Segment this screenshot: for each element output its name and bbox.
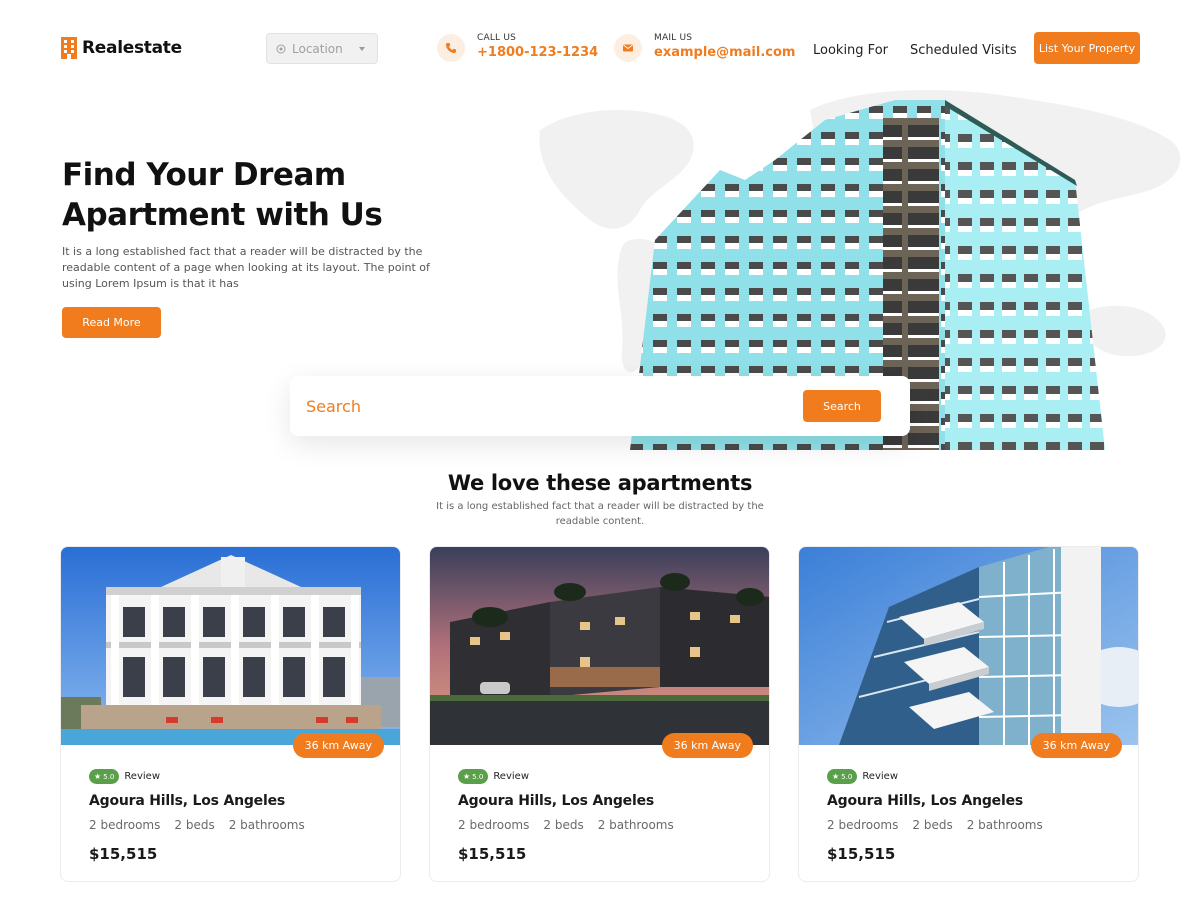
listing-price: $15,515 — [827, 845, 896, 863]
hero-description: It is a long established fact that a rea… — [62, 245, 430, 290]
rating-row: ★ 5.0 Review — [827, 769, 898, 784]
read-more-button[interactable]: Read More — [62, 307, 161, 338]
rating-badge: ★ 5.0 — [827, 769, 858, 784]
brand-logo[interactable]: Realestate — [60, 36, 182, 60]
location-placeholder: Location — [292, 41, 343, 56]
call-us-contact[interactable]: CALL US +1800-123-1234 — [437, 33, 598, 62]
listing-title[interactable]: Agoura Hills, Los Angeles — [89, 793, 285, 809]
rating-value: 5.0 — [841, 772, 853, 781]
mail-us-label: MAIL US — [654, 33, 693, 43]
hero-title: Find Your Dream Apartment with Us — [62, 157, 383, 233]
listing-features: 2 bedrooms 2 beds 2 bathrooms — [458, 818, 674, 832]
nav-looking-for[interactable]: Looking For — [813, 43, 888, 58]
rating-value: 5.0 — [103, 772, 115, 781]
nav-scheduled-visits[interactable]: Scheduled Visits — [910, 43, 1017, 58]
rating-row: ★ 5.0 Review — [89, 769, 160, 784]
bathrooms-count: 2 bathrooms — [228, 818, 305, 832]
list-your-property-button[interactable]: List Your Property — [1034, 32, 1140, 64]
listing-card[interactable]: 36 km Away ★ 5.0 Review Agoura Hills, Los… — [60, 546, 401, 882]
phone-number[interactable]: +1800-123-1234 — [477, 44, 598, 62]
listing-photo-glass-tower — [799, 547, 1138, 745]
phone-icon — [437, 33, 465, 62]
location-dropdown[interactable]: Location — [266, 33, 378, 64]
beds-count: 2 beds — [543, 818, 584, 832]
listing-photo-villa — [61, 547, 400, 745]
section-title: We love these apartments — [447, 471, 753, 495]
review-label[interactable]: Review — [124, 771, 160, 782]
listing-price: $15,515 — [458, 845, 527, 863]
beds-count: 2 beds — [174, 818, 215, 832]
search-button[interactable]: Search — [803, 390, 881, 422]
search-bar: Search — [290, 376, 910, 436]
bedrooms-count: 2 bedrooms — [827, 818, 899, 832]
building-logo-icon — [61, 37, 77, 59]
star-icon: ★ — [94, 772, 102, 781]
mail-icon — [614, 33, 642, 62]
bedrooms-count: 2 bedrooms — [89, 818, 161, 832]
listing-title[interactable]: Agoura Hills, Los Angeles — [458, 793, 654, 809]
listing-title[interactable]: Agoura Hills, Los Angeles — [827, 793, 1023, 809]
call-us-label: CALL US — [477, 33, 517, 43]
distance-badge: 36 km Away — [292, 733, 384, 758]
rating-badge: ★ 5.0 — [89, 769, 120, 784]
email-address[interactable]: example@mail.com — [654, 44, 795, 62]
bathrooms-count: 2 bathrooms — [966, 818, 1043, 832]
listing-card[interactable]: 36 km Away ★ 5.0 Review Agoura Hills, Los… — [429, 546, 770, 882]
review-label[interactable]: Review — [862, 771, 898, 782]
rating-value: 5.0 — [472, 772, 484, 781]
beds-count: 2 beds — [912, 818, 953, 832]
location-pin-icon — [276, 44, 286, 53]
rating-row: ★ 5.0 Review — [458, 769, 529, 784]
distance-badge: 36 km Away — [661, 733, 753, 758]
listing-features: 2 bedrooms 2 beds 2 bathrooms — [827, 818, 1043, 832]
bathrooms-count: 2 bathrooms — [597, 818, 674, 832]
listing-price: $15,515 — [89, 845, 158, 863]
bedrooms-count: 2 bedrooms — [458, 818, 530, 832]
star-icon: ★ — [832, 772, 840, 781]
rating-badge: ★ 5.0 — [458, 769, 489, 784]
review-label[interactable]: Review — [493, 771, 529, 782]
search-input[interactable] — [306, 396, 803, 416]
section-description: It is a long established fact that a rea… — [436, 501, 764, 527]
listing-photo-townhouses — [430, 547, 769, 745]
caret-down-icon — [359, 46, 365, 51]
listing-features: 2 bedrooms 2 beds 2 bathrooms — [89, 818, 305, 832]
brand-name: Realestate — [82, 38, 182, 58]
mail-us-contact[interactable]: MAIL US example@mail.com — [614, 33, 795, 62]
star-icon: ★ — [463, 772, 471, 781]
distance-badge: 36 km Away — [1030, 733, 1122, 758]
listing-card[interactable]: 36 km Away ★ 5.0 Review Agoura Hills, Los… — [798, 546, 1139, 882]
